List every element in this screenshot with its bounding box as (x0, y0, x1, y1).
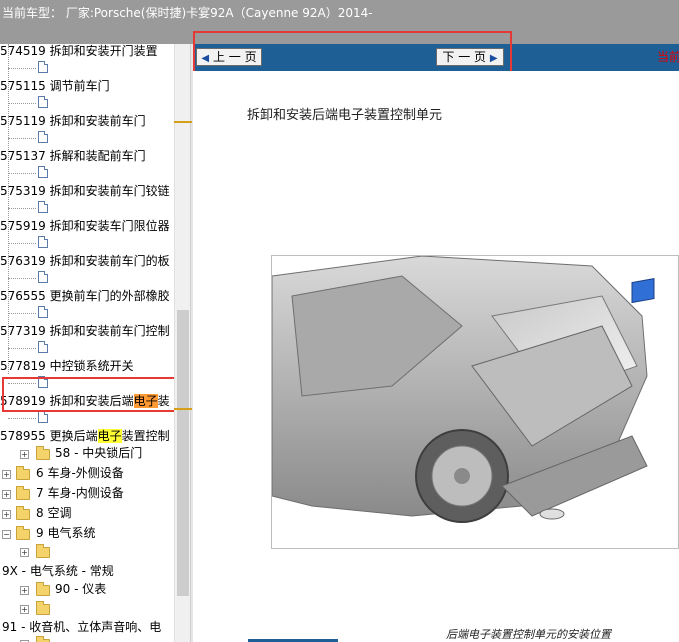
tree-folder-9x[interactable]: 9X - 电气系统 - 常规 (2, 562, 114, 580)
tree-item-575119[interactable]: 575119 拆卸和安装前车门 (0, 112, 146, 130)
tree-scrollbar[interactable] (174, 44, 190, 642)
tree-item-577819[interactable]: 577819 中控锁系统开关 (0, 357, 134, 375)
folder-icon (36, 582, 50, 596)
folder-icon (36, 544, 50, 558)
folder-icon (16, 466, 30, 480)
tree-folder-91[interactable]: 91 - 收音机、立体声音响、电 (2, 618, 161, 636)
marker-tick (174, 408, 192, 410)
tree-item-574519[interactable]: 574519 拆卸和安装开门装置 (0, 44, 158, 60)
tree-folder-6[interactable]: 6 车身-外侧设备 (36, 464, 124, 482)
tree-item-576319[interactable]: 576319 拆卸和安装前车门的板 (0, 252, 170, 270)
folder-icon (16, 506, 30, 520)
tree-item-575919[interactable]: 575919 拆卸和安装车门限位器 (0, 217, 170, 235)
current-page-label: 当前 (657, 50, 679, 64)
tree-panel[interactable]: 574519 拆卸和安装开门装置 575115 调节前车门 575119 拆卸和… (0, 44, 190, 642)
tree-connector (8, 173, 36, 174)
car-rear-illustration (272, 256, 655, 523)
expand-toggle[interactable]: + (20, 605, 29, 614)
folder-open-icon (16, 526, 30, 540)
tree-connector (8, 208, 36, 209)
expand-toggle[interactable]: + (2, 490, 11, 499)
tree-folder-90[interactable]: 90 - 仪表 (55, 580, 106, 598)
tree-connector (8, 278, 36, 279)
expand-toggle[interactable]: + (2, 470, 11, 479)
tree-folder-8[interactable]: 8 空调 (36, 504, 71, 522)
document-icon[interactable] (38, 341, 48, 353)
tree-item-577319[interactable]: 577319 拆卸和安装前车门控制 (0, 322, 170, 340)
document-icon[interactable] (38, 166, 48, 178)
search-match-highlight: 电子 (97, 429, 122, 443)
tree-item-578955[interactable]: 578955 更换后端电子装置控制 (0, 427, 170, 445)
tree-connector (8, 68, 36, 69)
tree-folder-58[interactable]: 58 - 中央锁后门 (55, 444, 142, 462)
document-icon[interactable] (38, 131, 48, 143)
tree-connector (8, 418, 36, 419)
document-icon[interactable] (38, 411, 48, 423)
vehicle-illustration (271, 255, 679, 549)
document-title: 拆卸和安装后端电子装置控制单元 (247, 108, 443, 123)
folder-icon (36, 446, 50, 460)
tree-item-575319[interactable]: 575319 拆卸和安装前车门铰链 (0, 182, 170, 200)
document-icon[interactable] (38, 236, 48, 248)
expand-toggle[interactable]: + (20, 450, 29, 459)
tree-item-575137[interactable]: 575137 拆解和装配前车门 (0, 147, 146, 165)
document-viewer[interactable]: 拆卸和安装后端电子装置控制单元 后端电子装置控制单元的安装位置 (193, 71, 679, 642)
control-unit-marker (631, 278, 655, 304)
tree-connector (8, 103, 36, 104)
tree-item-575115[interactable]: 575115 调节前车门 (0, 77, 110, 95)
collapse-toggle[interactable]: − (2, 530, 11, 539)
tree-connector (8, 243, 36, 244)
expand-toggle[interactable]: + (2, 510, 11, 519)
marker-tick (174, 121, 192, 123)
tree-connector (8, 313, 36, 314)
figure-caption: 后端电子装置控制单元的安装位置 (446, 628, 611, 641)
tree-item-576555[interactable]: 576555 更换前车门的外部橡胶 (0, 287, 170, 305)
folder-icon (36, 601, 50, 615)
vehicle-model-title: 当前车型： 厂家:Porsche(保时捷)卡宴92A（Cayenne 92A）2… (2, 6, 373, 20)
expand-toggle[interactable]: + (20, 548, 29, 557)
document-icon[interactable] (38, 201, 48, 213)
expand-toggle[interactable]: + (20, 586, 29, 595)
document-icon[interactable] (38, 271, 48, 283)
document-icon[interactable] (38, 61, 48, 73)
tree-connector (8, 138, 36, 139)
tree-folder-9[interactable]: 9 电气系统 (36, 524, 95, 542)
tree-connector (8, 348, 36, 349)
selected-item-highlight-box (2, 377, 192, 412)
document-icon[interactable] (38, 96, 48, 108)
document-icon[interactable] (38, 306, 48, 318)
tree-folder-7[interactable]: 7 车身-内侧设备 (36, 484, 124, 502)
scrollbar-thumb[interactable] (177, 310, 189, 596)
folder-icon (16, 486, 30, 500)
